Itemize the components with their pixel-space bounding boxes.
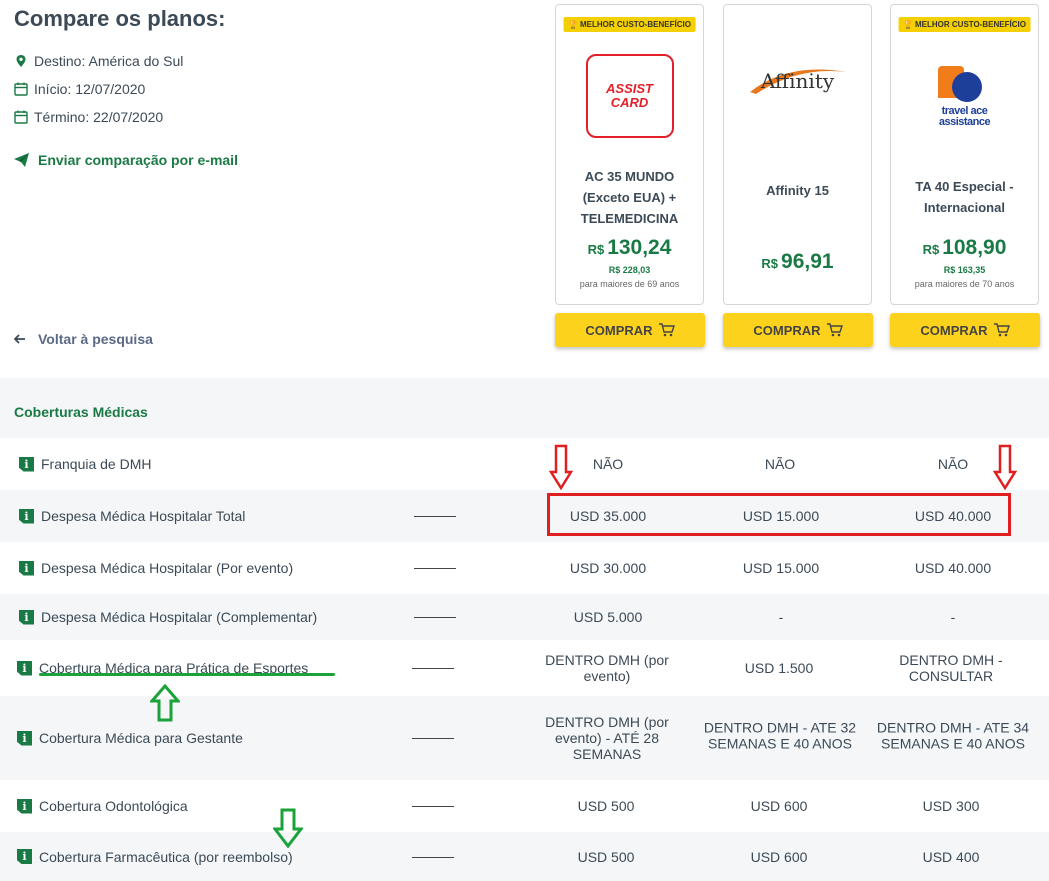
table-cell: USD 300	[922, 798, 980, 814]
trophy-icon: 🏆	[903, 20, 913, 29]
table-cell: -	[778, 609, 784, 625]
divider-dash	[412, 738, 454, 739]
row-label: Despesa Médica Hospitalar Total	[41, 508, 246, 524]
travel-ace-logo: travel ace assistance	[915, 51, 1015, 141]
plan-name: TA 40 Especial - Internacional	[915, 179, 1014, 215]
end-date-text: Término: 22/07/2020	[34, 109, 164, 125]
cart-icon	[826, 323, 843, 337]
send-icon	[14, 153, 29, 167]
buy-button-travel-ace[interactable]: COMPRAR	[890, 313, 1040, 347]
destination-line: Destino: América do Sul	[14, 53, 183, 69]
table-cell: USD 40.000	[914, 560, 992, 576]
row-label: Despesa Médica Hospitalar (Complementar)	[41, 609, 318, 625]
highlight-box	[547, 493, 1011, 536]
divider-dash	[414, 617, 456, 618]
plan-old-price: R$ 228,03	[608, 265, 651, 275]
divider-dash	[412, 806, 454, 807]
back-to-search-link[interactable]: Voltar à pesquisa	[14, 331, 153, 347]
plan-old-price: R$ 163,35	[943, 265, 986, 275]
plan-name: Affinity 15	[766, 183, 829, 198]
table-cell: USD 1.500	[744, 660, 814, 676]
table-cell: USD 400	[922, 848, 980, 865]
info-icon[interactable]: i	[17, 730, 32, 746]
table-row: i Despesa Médica Hospitalar (Por evento) …	[0, 542, 1049, 594]
table-cell: USD 5.000	[573, 609, 643, 625]
table-cell: DENTRO DMH - ATE 32 SEMANAS E 40 ANOS	[703, 719, 857, 752]
info-icon[interactable]: i	[19, 609, 34, 625]
divider-dash	[414, 568, 456, 569]
arrow-left-icon	[14, 334, 25, 344]
table-row: i Franquia de DMH NÃO NÃO NÃO	[0, 438, 1049, 490]
assist-card-logo: ASSIST CARD	[580, 51, 680, 141]
green-arrow-up-icon	[150, 684, 180, 722]
plan-price: R$ 96,91	[761, 250, 834, 273]
affinity-logo: Affinity	[748, 55, 848, 105]
table-cell: DENTRO DMH - ATE 34 SEMANAS E 40 ANOS	[876, 719, 1030, 752]
section-title: Coberturas Médicas	[14, 404, 148, 420]
row-label: Despesa Médica Hospitalar (Por evento)	[41, 560, 294, 576]
table-cell: USD 500	[577, 848, 635, 865]
row-label: Cobertura Médica para Gestante	[39, 730, 243, 746]
best-value-badge: 🏆 MELHOR CUSTO-BENEFÍCIO	[563, 17, 696, 32]
plan-price: R$ 108,90	[922, 236, 1007, 259]
send-email-label: Enviar comparação por e-mail	[38, 152, 238, 168]
table-cell: USD 30.000	[569, 560, 647, 576]
page-title: Compare os planos:	[14, 6, 226, 31]
row-label: Franquia de DMH	[41, 456, 152, 472]
divider-dash	[412, 668, 454, 669]
table-cell: NÃO	[764, 456, 796, 472]
info-icon[interactable]: i	[19, 456, 34, 472]
highlight-underline	[39, 673, 335, 676]
table-cell: USD 500	[577, 798, 635, 814]
info-icon[interactable]: i	[17, 849, 32, 864]
calendar-icon	[14, 82, 28, 96]
table-row: i Cobertura Odontológica USD 500 USD 600 …	[0, 780, 1049, 832]
send-email-comparison-link[interactable]: Enviar comparação por e-mail	[14, 152, 238, 168]
divider-dash	[414, 516, 456, 517]
table-cell: USD 15.000	[742, 560, 820, 576]
table-row: i Cobertura Farmacêutica (por reembolso) …	[0, 832, 1049, 881]
plan-card-affinity: Affinity Affinity 15 R$ 96,91	[723, 4, 872, 305]
destination-text: Destino: América do Sul	[34, 53, 184, 69]
table-cell: USD 600	[750, 848, 808, 865]
start-date-text: Início: 12/07/2020	[34, 81, 146, 97]
plan-price: R$ 130,24	[587, 236, 672, 259]
table-row: i Despesa Médica Hospitalar (Complementar…	[0, 594, 1049, 640]
row-label: Cobertura Odontológica	[39, 798, 188, 814]
calendar-icon	[14, 110, 28, 124]
info-icon[interactable]: i	[17, 798, 32, 814]
red-arrow-down-icon	[993, 444, 1017, 490]
cart-icon	[658, 323, 675, 337]
buy-button-affinity[interactable]: COMPRAR	[723, 313, 873, 347]
plan-name: AC 35 MUNDO (Exceto EUA) + TELEMEDICINA	[580, 169, 679, 226]
best-value-badge: 🏆 MELHOR CUSTO-BENEFÍCIO	[898, 17, 1031, 32]
plan-card-travel-ace: 🏆 MELHOR CUSTO-BENEFÍCIO travel ace assi…	[890, 4, 1039, 305]
back-to-search-label: Voltar à pesquisa	[38, 331, 153, 347]
table-cell: USD 600	[750, 798, 808, 814]
start-date-line: Início: 12/07/2020	[14, 81, 145, 97]
row-label: Cobertura Farmacêutica (por reembolso)	[39, 848, 293, 865]
table-cell: DENTRO DMH - CONSULTAR	[899, 652, 1003, 684]
map-pin-icon	[16, 55, 26, 67]
buy-button-assist-card[interactable]: COMPRAR	[555, 313, 705, 347]
info-icon[interactable]: i	[17, 660, 32, 676]
table-cell: DENTRO DMH (por evento) - ATÉ 28 SEMANAS	[545, 714, 669, 762]
table-cell: DENTRO DMH (por evento)	[545, 652, 669, 684]
plan-card-assist-card: 🏆 MELHOR CUSTO-BENEFÍCIO ASSIST CARD AC …	[555, 4, 704, 305]
trophy-icon: 🏆	[568, 20, 578, 29]
coverage-section-header: Coberturas Médicas	[0, 378, 1049, 438]
plan-age-note: para maiores de 69 anos	[579, 279, 680, 289]
cart-icon	[993, 323, 1010, 337]
end-date-line: Término: 22/07/2020	[14, 109, 163, 125]
info-icon[interactable]: i	[19, 508, 34, 524]
divider-dash	[412, 856, 454, 858]
red-arrow-down-icon	[549, 444, 573, 490]
green-arrow-down-icon	[273, 808, 303, 848]
plan-age-note: para maiores de 70 anos	[914, 279, 1015, 289]
table-cell: -	[950, 609, 956, 625]
info-icon[interactable]: i	[19, 560, 34, 576]
